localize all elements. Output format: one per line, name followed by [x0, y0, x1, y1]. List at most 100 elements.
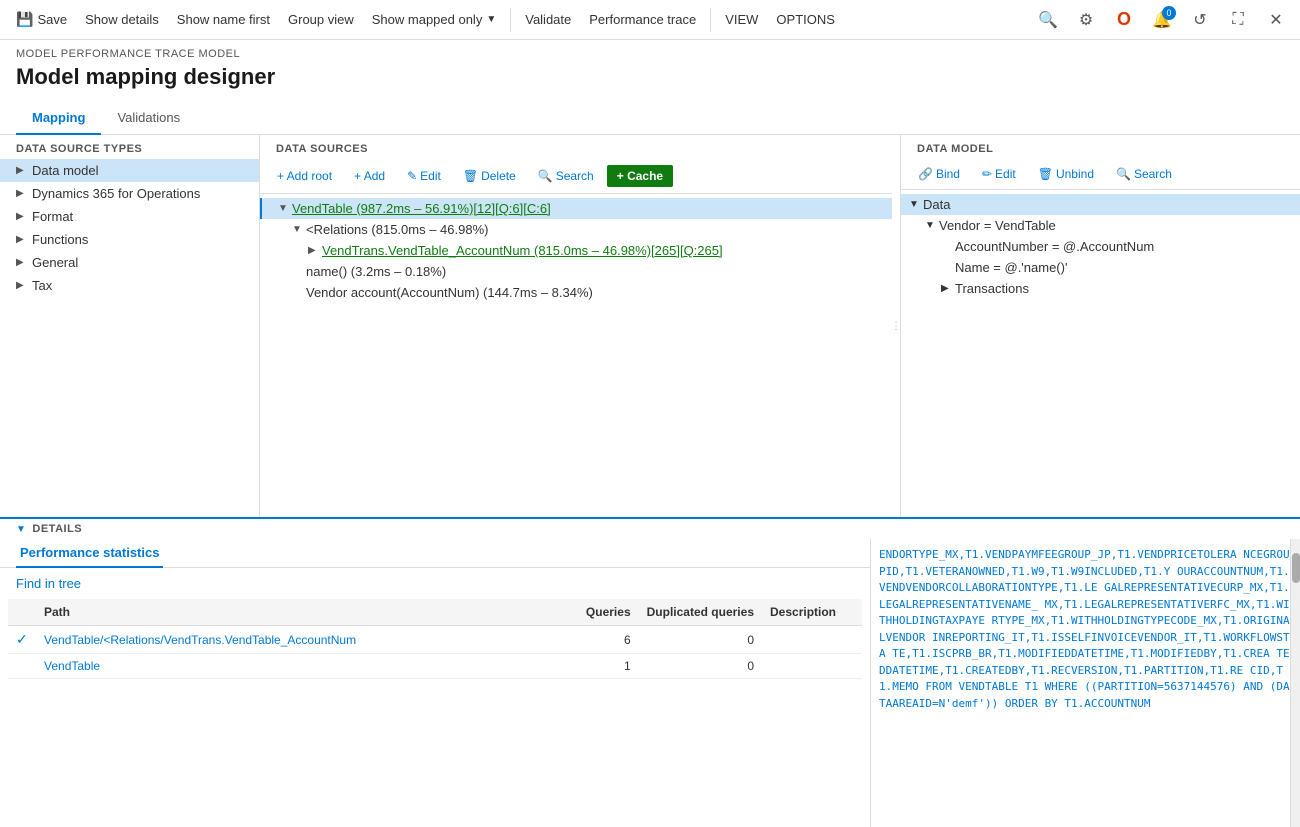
edit-button[interactable]: ✎ Edit: [398, 165, 450, 187]
dm-search-button[interactable]: 🔍 Search: [1107, 163, 1181, 185]
show-mapped-button[interactable]: Show mapped only ▼: [364, 8, 504, 31]
dm-node-transactions[interactable]: ▶ Transactions: [901, 278, 1300, 299]
chevron-right-icon: ▶: [16, 188, 32, 199]
tab-performance-stats[interactable]: Performance statistics: [16, 539, 163, 568]
col-header-path: Path: [36, 599, 569, 626]
details-right-panel: ENDORTYPE_MX,T1.VENDPAYMFEEGROUP_JP,T1.V…: [870, 539, 1300, 827]
tree-item-dynamics365[interactable]: ▶ Dynamics 365 for Operations: [0, 182, 259, 205]
office-button[interactable]: O: [1108, 4, 1140, 36]
details-section: ▼ DETAILS Performance statistics Find in…: [0, 517, 1300, 827]
dup-queries-cell-1: 0: [639, 626, 762, 654]
cache-button[interactable]: + Cache: [607, 165, 673, 187]
tab-mapping[interactable]: Mapping: [16, 102, 101, 135]
chevron-right-icon: ▶: [16, 257, 32, 268]
tree-item-label: General: [32, 255, 243, 270]
tree-item-data-model[interactable]: ▶ Data model: [0, 159, 259, 182]
dm-node-vendor[interactable]: ▼ Vendor = VendTable: [901, 215, 1300, 236]
queries-cell-1: 6: [569, 626, 639, 654]
settings-icon-button[interactable]: ⚙: [1070, 4, 1102, 36]
main-tabs: Mapping Validations: [0, 102, 1300, 135]
delete-button[interactable]: 🗑 Delete: [454, 165, 525, 187]
show-name-button[interactable]: Show name first: [169, 8, 278, 31]
desc-cell-2: [762, 654, 862, 679]
dm-node-label: Transactions: [955, 281, 1029, 296]
toolbar-separator: [510, 8, 511, 32]
tab-validations[interactable]: Validations: [101, 102, 196, 135]
vertical-scrollbar[interactable]: [1290, 539, 1300, 827]
fullscreen-button[interactable]: ⛶: [1222, 4, 1254, 36]
dm-node-account-number[interactable]: AccountNumber = @.AccountNum: [901, 236, 1300, 257]
main-content: MODEL PERFORMANCE TRACE MODEL Model mapp…: [0, 40, 1300, 827]
page-header: MODEL PERFORMANCE TRACE MODEL Model mapp…: [0, 40, 1300, 102]
refresh-button[interactable]: ↺: [1184, 4, 1216, 36]
datasources-toolbar: + Add root + Add ✎ Edit 🗑 Delete 🔍: [260, 159, 892, 194]
bind-icon: 🔗: [918, 167, 933, 181]
tree-item-functions[interactable]: ▶ Functions: [0, 228, 259, 251]
dup-queries-cell-2: 0: [639, 654, 762, 679]
node-text: Vendor account(AccountNum) (144.7ms – 8.…: [306, 285, 884, 300]
table-wrapper: Path Queries Duplicated queries Descript…: [0, 599, 870, 827]
chevron-down-icon: ▼: [486, 14, 496, 25]
check-icon: ✓: [16, 631, 28, 647]
panels-area: DATA SOURCE TYPES ▶ Data model ▶ Dynamic…: [0, 135, 1300, 517]
ds-node-vendor-account[interactable]: Vendor account(AccountNum) (144.7ms – 8.…: [260, 282, 892, 303]
dm-node-data[interactable]: ▼ Data: [901, 194, 1300, 215]
data-model-tree: ▼ Data ▼ Vendor = VendTable AccountNumbe…: [901, 190, 1300, 517]
tree-item-label: Data model: [32, 163, 243, 178]
group-view-button[interactable]: Group view: [280, 8, 362, 31]
options-button[interactable]: OPTIONS: [768, 8, 843, 31]
toolbar: 💾 Save Show details Show name first Grou…: [0, 0, 1300, 40]
close-button[interactable]: ✕: [1260, 4, 1292, 36]
ds-node-relations[interactable]: ▼ <Relations (815.0ms – 46.98%): [260, 219, 892, 240]
chevron-right-icon: ▶: [16, 234, 32, 245]
ds-node-vendtrans[interactable]: ▶ VendTrans.VendTable_AccountNum (815.0m…: [260, 240, 892, 261]
drag-handle[interactable]: ⋮: [892, 135, 900, 517]
find-in-tree-link[interactable]: Find in tree: [0, 568, 870, 599]
validate-button[interactable]: Validate: [517, 8, 579, 31]
col-header-check: [8, 599, 36, 626]
edit-icon: ✎: [407, 169, 417, 183]
tree-item-tax[interactable]: ▶ Tax: [0, 274, 259, 297]
tree-item-label: Dynamics 365 for Operations: [32, 186, 243, 201]
node-text: name() (3.2ms – 0.18%): [306, 264, 884, 279]
data-source-types-tree: ▶ Data model ▶ Dynamics 365 for Operatio…: [0, 159, 259, 297]
details-header: ▼ DETAILS: [0, 519, 1300, 539]
dm-node-label: Name = @.'name()': [955, 260, 1067, 275]
chevron-down-icon: ▼: [909, 199, 923, 210]
tree-item-label: Tax: [32, 278, 243, 293]
left-panel: DATA SOURCE TYPES ▶ Data model ▶ Dynamic…: [0, 135, 260, 517]
add-root-button[interactable]: + Add root: [268, 165, 341, 187]
add-button[interactable]: + Add: [345, 165, 394, 187]
ds-node-vendtable[interactable]: ▼ VendTable (987.2ms – 56.91%)[12][Q:6][…: [260, 198, 892, 219]
performance-trace-button[interactable]: Performance trace: [581, 8, 704, 31]
save-button[interactable]: 💾 Save: [8, 7, 75, 32]
search-button-ds[interactable]: 🔍 Search: [529, 165, 603, 187]
node-text: VendTable (987.2ms – 56.91%)[12][Q:6][C:…: [292, 201, 884, 216]
bind-button[interactable]: 🔗 Bind: [909, 163, 969, 185]
desc-cell-1: [762, 626, 862, 654]
dm-edit-button[interactable]: ✏ Edit: [973, 163, 1025, 185]
search-icon: 🔍: [1116, 167, 1131, 181]
node-text: VendTrans.VendTable_AccountNum (815.0ms …: [322, 243, 884, 258]
toolbar-separator-2: [710, 8, 711, 32]
chevron-right-icon: ▶: [16, 211, 32, 222]
notification-button[interactable]: 🔔 0: [1146, 4, 1178, 36]
tree-item-label: Functions: [32, 232, 243, 247]
tree-item-format[interactable]: ▶ Format: [0, 205, 259, 228]
search-button[interactable]: 🔍: [1032, 4, 1064, 36]
col-header-dup-queries: Duplicated queries: [639, 599, 762, 626]
view-button[interactable]: VIEW: [717, 8, 766, 31]
search-icon: 🔍: [538, 169, 553, 183]
check-cell: ✓: [8, 626, 36, 654]
notification-badge: 0: [1162, 6, 1176, 20]
ds-node-name[interactable]: name() (3.2ms – 0.18%): [260, 261, 892, 282]
tree-item-general[interactable]: ▶ General: [0, 251, 259, 274]
dm-node-name[interactable]: Name = @.'name()': [901, 257, 1300, 278]
col-header-description: Description: [762, 599, 862, 626]
show-details-button[interactable]: Show details: [77, 8, 167, 31]
path-cell-2[interactable]: VendTable: [36, 654, 569, 679]
right-panel: DATA MODEL 🔗 Bind ✏ Edit 🗑 Unbind: [900, 135, 1300, 517]
unbind-button[interactable]: 🗑 Unbind: [1029, 163, 1103, 185]
path-cell-1[interactable]: VendTable/<Relations/VendTrans.VendTable…: [36, 626, 569, 654]
edit-icon: ✏: [982, 167, 992, 181]
